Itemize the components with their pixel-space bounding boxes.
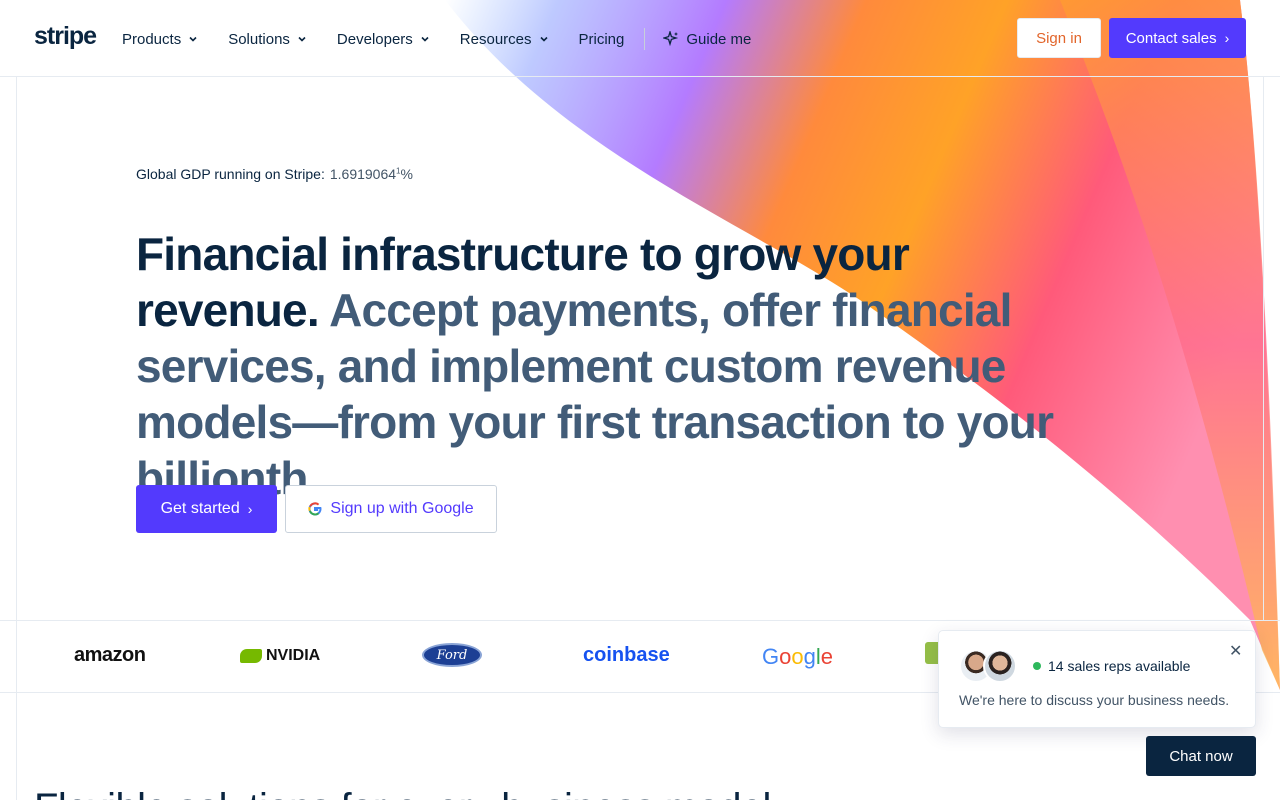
chat-message: We're here to discuss your business need… [959, 692, 1230, 708]
google-icon [308, 502, 322, 516]
guide-me-button[interactable]: Guide me [663, 31, 751, 48]
stripe-logo[interactable]: stripe [34, 22, 97, 51]
contact-sales-label: Contact sales [1125, 29, 1217, 47]
nav-item-pricing[interactable]: Pricing [579, 31, 625, 48]
nav-separator [644, 28, 646, 50]
chat-now-button[interactable]: Chat now [1146, 736, 1256, 776]
online-status-dot [1033, 662, 1041, 670]
gdp-unit: % [400, 166, 413, 182]
nav-item-developers[interactable]: Developers [337, 31, 430, 48]
nav-label: Pricing [578, 30, 625, 48]
close-icon[interactable]: ✕ [1229, 641, 1242, 661]
nav-item-solutions[interactable]: Solutions [228, 31, 307, 48]
chevron-down-icon [298, 36, 306, 42]
nav-label: Developers [336, 30, 413, 48]
nav-label: Resources [459, 30, 532, 48]
gdp-value: 1.69190641% [329, 166, 413, 182]
get-started-button[interactable]: Get started › [136, 485, 277, 533]
section-heading: Flexible solutions for every business mo… [34, 786, 782, 800]
header-divider [0, 76, 1280, 77]
chevron-down-icon [189, 36, 197, 42]
chevron-right-icon: › [1224, 30, 1230, 46]
chevron-down-icon [539, 36, 548, 42]
nav-item-resources[interactable]: Resources [460, 31, 549, 48]
sales-chat-popup: 14 sales reps available ✕ We're here to … [938, 630, 1256, 728]
nav-label: Products [122, 30, 182, 48]
page-frame-right [1263, 76, 1264, 620]
nvidia-eye-icon [240, 649, 262, 663]
coinbase-logo: coinbase [583, 644, 670, 666]
main-nav: Products Solutions Developers Resources … [122, 28, 751, 50]
nav-label: Solutions [228, 30, 290, 48]
sparkle-icon [663, 31, 679, 47]
sales-rep-avatars [959, 649, 1019, 683]
amazon-logo: amazon [74, 644, 146, 666]
reps-available-status: 14 sales reps available [1033, 658, 1190, 674]
nvidia-logo: NVIDIA [240, 647, 320, 665]
sign-up-google-label: Sign up with Google [330, 500, 474, 517]
google-logo: Google [762, 644, 834, 669]
nav-item-products[interactable]: Products [122, 31, 198, 48]
gdp-counter: Global GDP running on Stripe: 1.69190641… [136, 166, 413, 182]
chevron-down-icon [421, 36, 429, 42]
contact-sales-button[interactable]: Contact sales › [1109, 18, 1246, 58]
sign-up-google-button[interactable]: Sign up with Google [285, 485, 497, 533]
sign-in-label: Sign in [1036, 29, 1082, 47]
reps-available-label: 14 sales reps available [1048, 658, 1191, 674]
avatar [983, 649, 1017, 683]
guide-label: Guide me [686, 30, 752, 48]
site-header: stripe Products Solutions Developers Res… [0, 0, 1280, 76]
gdp-label: Global GDP running on Stripe: [136, 166, 325, 182]
ford-logo: Ford [422, 643, 482, 667]
sign-in-button[interactable]: Sign in [1017, 18, 1101, 58]
chevron-right-icon: › [247, 501, 253, 517]
hero-headline: Financial infrastructure to grow your re… [136, 226, 1096, 506]
get-started-label: Get started [160, 500, 240, 517]
chat-now-label: Chat now [1169, 747, 1233, 765]
